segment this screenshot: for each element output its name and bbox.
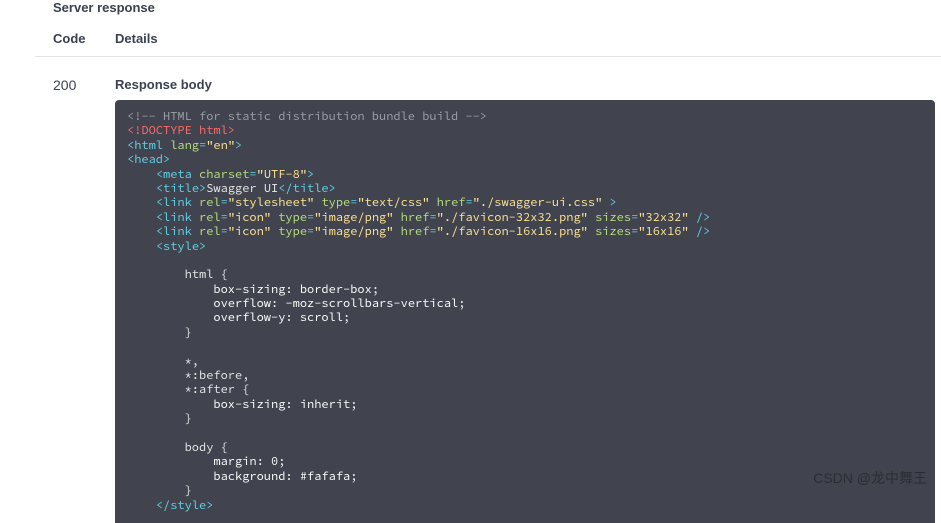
column-header-details: Details bbox=[115, 31, 941, 46]
section-title: Server response bbox=[35, 0, 941, 25]
table-header-row: Code Details bbox=[35, 25, 941, 57]
column-header-code: Code bbox=[35, 31, 115, 46]
table-row: 200 Response body <!-- HTML for static d… bbox=[35, 57, 941, 523]
server-response-section: Server response Code Details 200 Respons… bbox=[0, 0, 941, 523]
response-table: Code Details 200 Response body <!-- HTML… bbox=[35, 25, 941, 523]
watermark: CSDN @龙中舞王 bbox=[813, 468, 927, 488]
response-body-label: Response body bbox=[115, 77, 935, 92]
status-code: 200 bbox=[35, 77, 115, 523]
details-cell: Response body <!-- HTML for static distr… bbox=[115, 77, 941, 523]
response-body-code[interactable]: <!-- HTML for static distribution bundle… bbox=[115, 100, 935, 523]
